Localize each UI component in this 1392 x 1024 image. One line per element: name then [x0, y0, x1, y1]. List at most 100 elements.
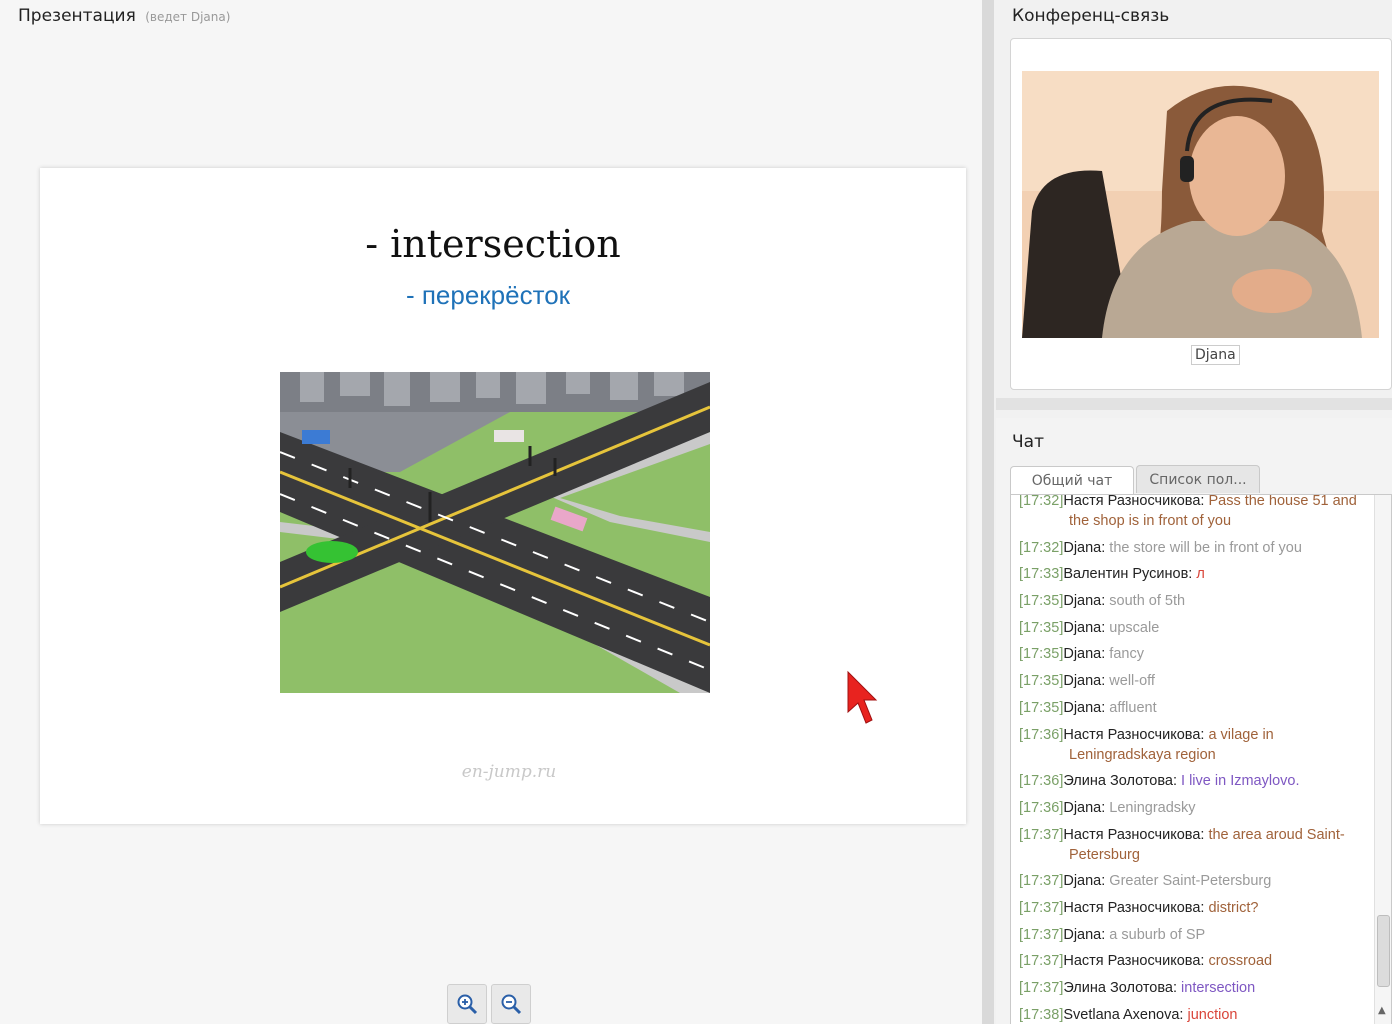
chat-message-list: [17:32]Настя Разносчикова: Pass the hous…	[1019, 494, 1369, 1024]
chat-username: Настя Разносчикова:	[1063, 826, 1205, 843]
chat-timestamp: [17:38]	[1019, 1006, 1064, 1023]
chat-message: [17:37]Настя Разносчикова: the area arou…	[1019, 825, 1369, 865]
intersection-illustration	[280, 372, 710, 693]
panel-separator[interactable]	[996, 398, 1392, 410]
pane-divider[interactable]	[982, 0, 994, 1024]
chat-message: [17:32]Djana: the store will be in front…	[1019, 538, 1369, 558]
chat-message: [17:35]Djana: upscale	[1019, 618, 1369, 638]
chat-message: [17:35]Djana: well-off	[1019, 671, 1369, 691]
chat-username: Djana:	[1063, 539, 1106, 556]
chat-panel: Чат Общий чат Список пол... [17:32]Настя…	[996, 418, 1392, 1024]
chat-messages-area[interactable]: [17:32]Настя Разносчикова: Pass the hous…	[1010, 494, 1392, 1024]
chat-username: Djana:	[1063, 926, 1106, 943]
chat-username: Djana:	[1063, 619, 1106, 636]
chat-message: [17:35]Djana: fancy	[1019, 644, 1369, 664]
chat-timestamp: [17:37]	[1019, 873, 1064, 890]
chat-text: intersection	[1181, 980, 1256, 996]
chat-text: crossroad	[1208, 953, 1273, 970]
chat-timestamp: [17:35]	[1019, 646, 1064, 663]
chat-text: fancy	[1109, 646, 1144, 663]
chat-timestamp: [17:37]	[1019, 926, 1064, 943]
chat-text: upscale	[1109, 619, 1160, 636]
chat-message: [17:32]Настя Разносчикова: Pass the hous…	[1019, 494, 1369, 531]
participant-video[interactable]	[1022, 71, 1379, 338]
chat-username: Элина Золотова:	[1063, 773, 1177, 790]
chat-text: junction	[1187, 1006, 1238, 1023]
chat-timestamp: [17:36]	[1019, 799, 1064, 816]
presentation-title: Презентация	[18, 6, 136, 26]
chat-text: south of 5th	[1109, 593, 1186, 610]
chat-title: Чат	[1012, 432, 1044, 452]
chat-timestamp: [17:35]	[1019, 619, 1064, 636]
chat-message: [17:37]Элина Золотова: intersection	[1019, 978, 1369, 998]
chat-timestamp: [17:37]	[1019, 899, 1064, 916]
slide-watermark: en-jump.ru	[461, 762, 557, 782]
chat-message: [17:36]Настя Разносчикова: a vilage in L…	[1019, 725, 1369, 765]
chat-timestamp: [17:36]	[1019, 773, 1064, 790]
slide: - intersection - перекрёсток en-jump.ru	[40, 168, 966, 824]
pointer-cursor-icon	[847, 670, 878, 724]
chat-message: [17:36]Элина Золотова: I live in Izmaylo…	[1019, 771, 1369, 791]
chat-timestamp: [17:32]	[1019, 539, 1064, 556]
zoom-in-button[interactable]	[447, 984, 487, 1024]
chat-message: [17:36]Djana: Leningradsky	[1019, 798, 1369, 818]
zoom-in-icon	[457, 994, 478, 1015]
chat-scrollbar[interactable]: ▲	[1374, 495, 1391, 1024]
chat-timestamp: [17:35]	[1019, 673, 1064, 690]
chat-text: Greater Saint-Petersburg	[1109, 873, 1272, 890]
chat-username: Svetlana Axenova:	[1063, 1006, 1184, 1023]
presenter-label: (ведет Djana)	[145, 10, 231, 24]
chat-message: [17:37]Djana: a suburb of SP	[1019, 925, 1369, 945]
scroll-up-arrow-icon[interactable]: ▲	[1378, 1005, 1386, 1016]
chat-text: л	[1196, 566, 1205, 583]
tab-participants-list[interactable]: Список пол...	[1136, 465, 1260, 493]
chat-text: I live in Izmaylovo.	[1181, 773, 1300, 790]
zoom-out-icon	[501, 994, 522, 1015]
chat-message: [17:37]Настя Разносчикова: crossroad	[1019, 951, 1369, 971]
chat-timestamp: [17:37]	[1019, 953, 1064, 970]
chat-text: a suburb of SP	[1109, 926, 1206, 943]
right-column: Конференц-связь Djana Чат Общий чат Спис…	[994, 0, 1392, 1024]
chat-username: Djana:	[1063, 673, 1106, 690]
chat-timestamp: [17:33]	[1019, 566, 1064, 583]
chat-username: Djana:	[1063, 873, 1106, 890]
chat-username: Djana:	[1063, 593, 1106, 610]
chat-text: Leningradsky	[1109, 799, 1196, 816]
chat-message: [17:35]Djana: south of 5th	[1019, 591, 1369, 611]
chat-text: the store will be in front of you	[1109, 539, 1302, 556]
slide-subtitle: - перекрёсток	[405, 280, 571, 310]
chat-username: Настя Разносчикова:	[1063, 726, 1205, 743]
tab-general-chat[interactable]: Общий чат	[1010, 466, 1134, 494]
chat-timestamp: [17:32]	[1019, 494, 1064, 509]
chat-username: Элина Золотова:	[1063, 980, 1177, 996]
zoom-controls	[447, 984, 531, 1024]
chat-message: [17:37]Djana: Greater Saint-Petersburg	[1019, 871, 1369, 891]
chat-username: Настя Разносчикова:	[1063, 494, 1205, 509]
chat-username: Настя Разносчикова:	[1063, 953, 1205, 970]
presentation-header: Презентация (ведет Djana)	[18, 6, 230, 26]
presentation-pane: Презентация (ведет Djana) - intersection…	[0, 0, 982, 1024]
chat-timestamp: [17:37]	[1019, 980, 1064, 996]
chat-username: Djana:	[1063, 699, 1106, 716]
chat-timestamp: [17:35]	[1019, 699, 1064, 716]
chat-text: district?	[1208, 899, 1259, 916]
chat-message: [17:33]Валентин Русинов: л	[1019, 564, 1369, 584]
chat-username: Djana:	[1063, 646, 1106, 663]
conference-title: Конференц-связь	[1012, 6, 1170, 26]
chat-message: [17:37]Настя Разносчикова: district?	[1019, 898, 1369, 918]
chat-message: [17:38]Svetlana Axenova: junction	[1019, 1005, 1369, 1024]
chat-text: affluent	[1109, 699, 1157, 716]
chat-timestamp: [17:35]	[1019, 593, 1064, 610]
participant-name-label: Djana	[1191, 345, 1240, 365]
chat-username: Валентин Русинов:	[1063, 566, 1193, 583]
chat-timestamp: [17:37]	[1019, 826, 1064, 843]
video-panel: Djana	[1010, 38, 1392, 390]
chat-scroll-thumb[interactable]	[1377, 915, 1390, 987]
chat-username: Настя Разносчикова:	[1063, 899, 1205, 916]
chat-timestamp: [17:36]	[1019, 726, 1064, 743]
chat-username: Djana:	[1063, 799, 1106, 816]
slide-title: - intersection	[365, 222, 621, 266]
zoom-out-button[interactable]	[491, 984, 531, 1024]
chat-message: [17:35]Djana: affluent	[1019, 698, 1369, 718]
chat-text: well-off	[1109, 673, 1155, 690]
